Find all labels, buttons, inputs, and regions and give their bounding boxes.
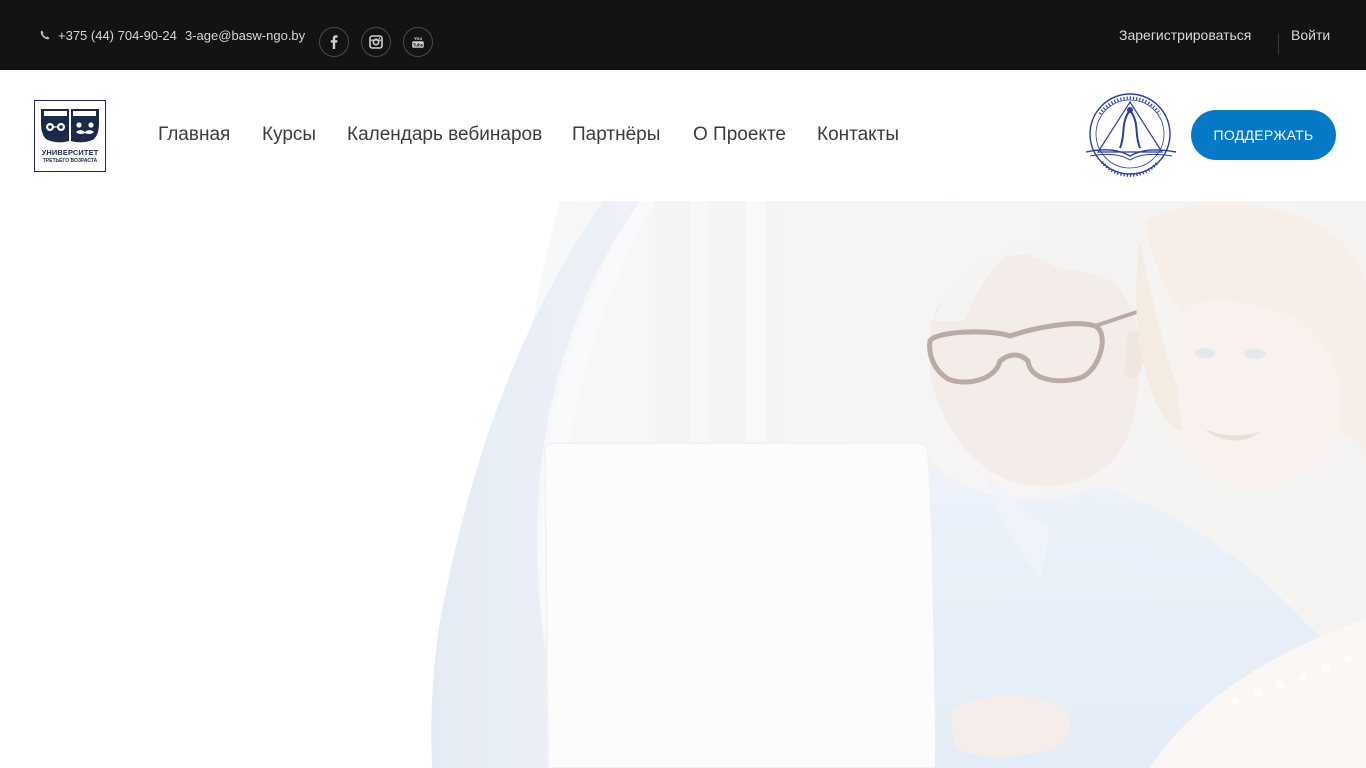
- phone-contact[interactable]: +375 (44) 704-90-24: [40, 0, 177, 70]
- youtube-button[interactable]: You Tube: [403, 27, 433, 57]
- register-link[interactable]: Зарегистрироваться: [1119, 0, 1251, 70]
- email-contact[interactable]: 3-age@basw-ngo.by: [185, 0, 305, 70]
- nav-partners[interactable]: Партнёры: [572, 124, 660, 146]
- instagram-icon: [369, 35, 383, 49]
- nav-courses[interactable]: Курсы: [262, 124, 316, 146]
- youtube-icon: You Tube: [412, 36, 424, 48]
- phone-icon: [40, 30, 50, 40]
- svg-text:You: You: [414, 36, 423, 41]
- hero-background-illustration: [0, 201, 1366, 768]
- nav-about[interactable]: О Проекте: [693, 124, 786, 146]
- hero-banner: [0, 201, 1366, 768]
- nav-webinar-calendar[interactable]: Календарь вебинаров: [347, 124, 542, 146]
- facebook-icon: [330, 35, 338, 49]
- login-link[interactable]: Войти: [1291, 0, 1330, 70]
- nav-contacts[interactable]: Контакты: [817, 124, 899, 146]
- email-address: 3-age@basw-ngo.by: [185, 27, 306, 43]
- support-button[interactable]: ПОДДЕРЖАТЬ: [1191, 110, 1336, 160]
- top-bar: +375 (44) 704-90-24 3-age@basw-ngo.by Yo…: [0, 0, 1366, 70]
- facebook-button[interactable]: [319, 27, 349, 57]
- partner-logo-emblem[interactable]: [1080, 90, 1182, 178]
- logo-text-line1: УНИВЕРСИТЕТ: [41, 148, 99, 157]
- auth-divider: [1278, 33, 1279, 55]
- site-logo[interactable]: УНИВЕРСИТЕТ ТРЕТЬЕГО ВОЗРАСТА: [34, 100, 106, 172]
- phone-number: +375 (44) 704-90-24: [58, 27, 177, 43]
- logo-faces-icon: [41, 109, 99, 143]
- nav-home[interactable]: Главная: [158, 124, 230, 146]
- instagram-button[interactable]: [361, 27, 391, 57]
- logo-text-line2: ТРЕТЬЕГО ВОЗРАСТА: [42, 158, 98, 164]
- svg-text:Tube: Tube: [413, 42, 424, 47]
